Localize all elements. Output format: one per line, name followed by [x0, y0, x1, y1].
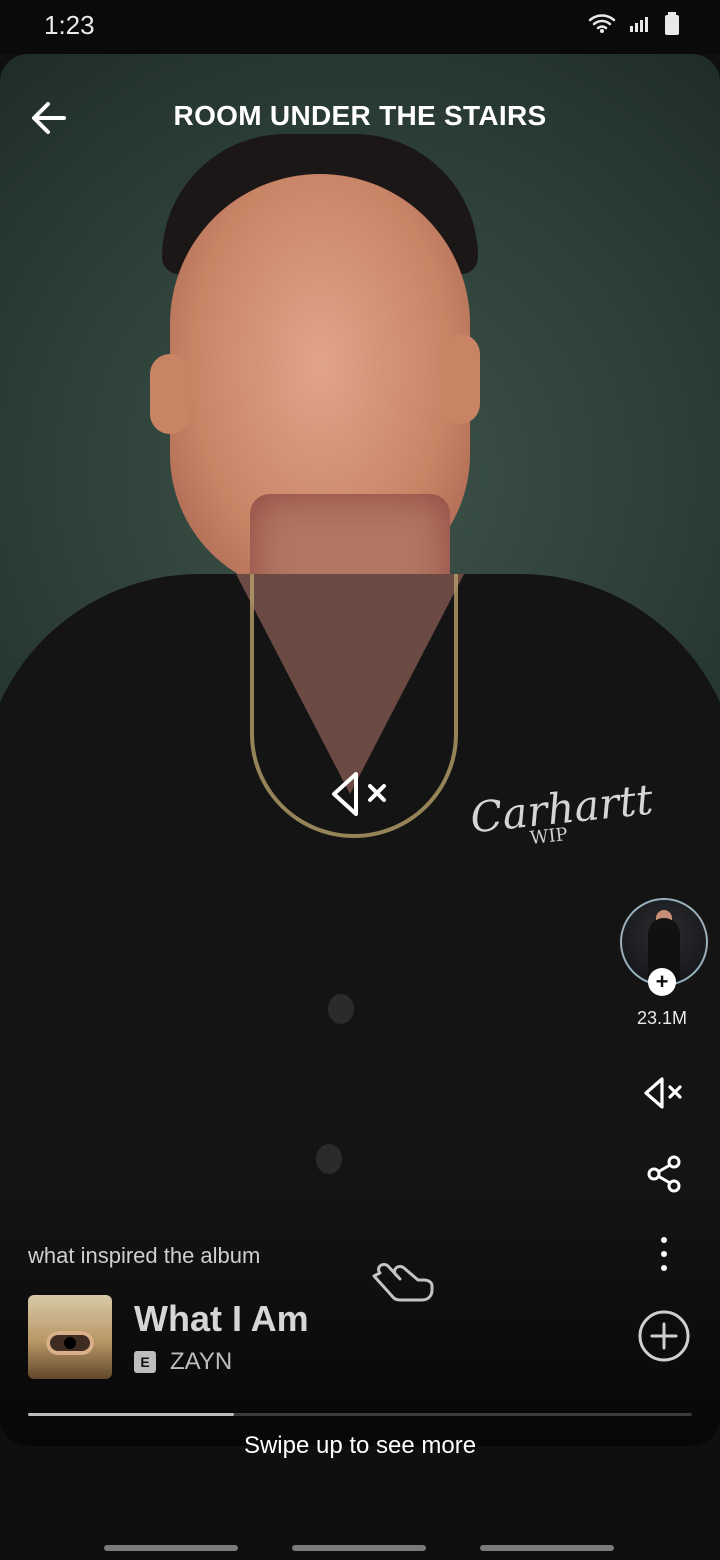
nav-back[interactable]: [480, 1545, 614, 1551]
signal-icon: [630, 17, 648, 32]
person-ear-right: [440, 334, 480, 424]
artist-name[interactable]: ZAYN: [170, 1348, 232, 1376]
page-title: ROOM UNDER THE STAIRS: [173, 100, 547, 131]
status-bar: 1:23: [0, 0, 720, 54]
follower-count: 23.1M: [636, 1008, 688, 1028]
mute-toggle-center[interactable]: [330, 766, 394, 822]
cardigan-button: [316, 1144, 342, 1174]
cardigan-brand-sub: WIP: [529, 824, 569, 849]
hand-swipe-icon: [372, 1263, 434, 1302]
story-card[interactable]: Carhartt WIP: [0, 54, 720, 1446]
track-title[interactable]: What I Am: [134, 1298, 309, 1340]
system-nav-bar: [0, 1534, 720, 1560]
battery-icon: [665, 12, 679, 35]
caption: what inspired the album: [28, 1243, 261, 1268]
share-icon[interactable]: [644, 1154, 684, 1194]
status-time: 1:23: [44, 10, 95, 40]
explicit-badge: E: [134, 1351, 156, 1373]
wifi-icon: [588, 14, 616, 33]
add-to-library-button[interactable]: [636, 1308, 692, 1364]
mute-icon[interactable]: [640, 1070, 686, 1116]
person-ear-left: [150, 354, 190, 434]
more-vertical-icon[interactable]: [654, 1234, 674, 1274]
album-pupil: [64, 1337, 76, 1349]
follow-plus-icon[interactable]: +: [648, 968, 676, 996]
album-art[interactable]: [28, 1295, 112, 1379]
progress-fill: [28, 1413, 234, 1416]
cardigan-button: [328, 994, 354, 1024]
nav-home[interactable]: [292, 1545, 426, 1551]
progress-track: [28, 1413, 692, 1416]
swipe-hint: Swipe up to see more: [243, 1432, 477, 1459]
status-icons: [588, 12, 680, 36]
nav-recent[interactable]: [104, 1545, 238, 1551]
